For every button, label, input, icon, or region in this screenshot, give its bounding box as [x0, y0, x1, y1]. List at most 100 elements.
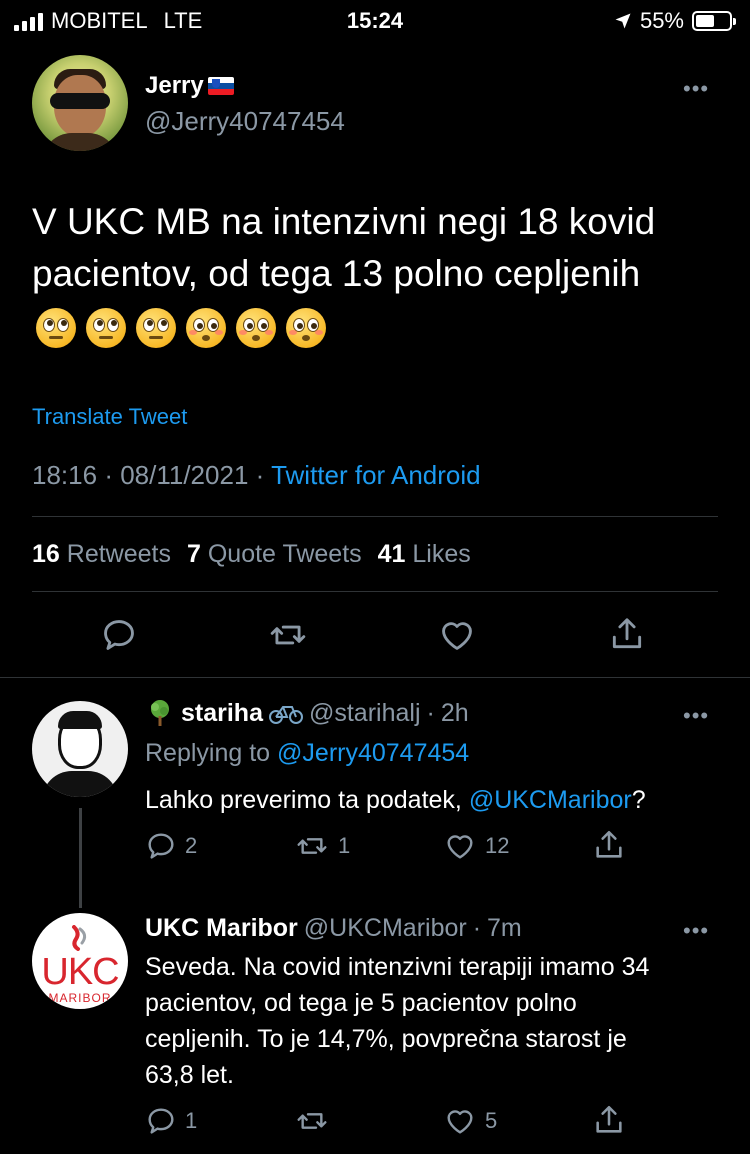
- emoji-row: [36, 308, 326, 348]
- reply-retweet-count: 1: [338, 833, 351, 858]
- reply-reply-count: 2: [185, 833, 198, 858]
- rolling-eyes-emoji-icon: [136, 308, 176, 348]
- flushed-face-emoji-icon: [286, 308, 326, 348]
- reply-text-line: pacientov, od tega je 5 pacientov polno: [145, 989, 577, 1017]
- reply-like-count: 12: [485, 833, 510, 858]
- translate-tweet-link[interactable]: Translate Tweet: [32, 404, 187, 430]
- reply-author-avatar[interactable]: [32, 701, 128, 797]
- flushed-face-emoji-icon: [236, 308, 276, 348]
- reply-like-button[interactable]: 5: [443, 1105, 497, 1137]
- reply-icon: [104, 620, 134, 650]
- reply-retweet-button[interactable]: [294, 1105, 338, 1137]
- heart-icon: [442, 622, 472, 650]
- author-avatar[interactable]: [32, 55, 128, 151]
- location-arrow-icon: [615, 13, 631, 29]
- reply-reply-button[interactable]: 2: [145, 830, 197, 862]
- share-icon: [612, 618, 642, 649]
- retweets-label: Retweets: [66, 540, 171, 568]
- flushed-face-emoji-icon: [186, 308, 226, 348]
- more-options-icon[interactable]: •••: [683, 76, 709, 102]
- divider: [32, 516, 718, 517]
- avatar-sunglasses: [50, 93, 110, 109]
- avatar-shirt: [42, 133, 118, 151]
- retweets-stat[interactable]: 16 Retweets: [32, 540, 171, 569]
- quote-tweets-count: 7: [186, 540, 201, 568]
- reply-mention-link[interactable]: @UKCMaribor: [469, 786, 632, 814]
- author-name[interactable]: Jerry: [145, 72, 204, 100]
- tweet-action-bar: [0, 600, 750, 670]
- likes-count: 41: [377, 540, 406, 568]
- reply-like-button[interactable]: 12: [443, 830, 509, 862]
- author-handle[interactable]: @Jerry40747454: [145, 106, 345, 137]
- bicycle-emoji-icon: [268, 706, 303, 724]
- reply-icon: [148, 1108, 174, 1134]
- reply-header: UKC Maribor @UKCMaribor · 7m: [145, 914, 522, 943]
- ukc-logo-subtext: MARIBOR: [48, 991, 112, 1005]
- reply-age: 7m: [487, 914, 522, 942]
- battery-icon: [692, 11, 736, 31]
- reply-share-button[interactable]: [592, 828, 626, 862]
- reply-text-suffix: ?: [631, 786, 646, 814]
- replying-to-handle[interactable]: @Jerry40747454: [277, 739, 469, 767]
- likes-stat[interactable]: 41 Likes: [378, 540, 471, 569]
- reply-text: Lahko preverimo ta podatek, @UKCMaribor?: [145, 782, 725, 818]
- meta-separator: ·: [104, 460, 121, 490]
- tweet-source-link[interactable]: Twitter for Android: [271, 460, 481, 490]
- retweet-button[interactable]: [268, 616, 308, 654]
- reply-age: 2h: [440, 698, 469, 727]
- ukc-maribor-avatar[interactable]: UKC MARIBOR: [32, 913, 128, 1009]
- share-icon: [596, 830, 622, 858]
- ukc-logo-mark-icon: [72, 925, 87, 951]
- reply-reply-count: 1: [185, 1108, 198, 1133]
- retweet-icon: [297, 1113, 327, 1129]
- reply-author-name[interactable]: stariha: [181, 699, 263, 728]
- heart-icon: [447, 1110, 473, 1134]
- divider: [32, 591, 718, 592]
- like-button[interactable]: [438, 616, 476, 654]
- replying-to-line: Replying to @Jerry40747454: [145, 739, 469, 768]
- avatar-body: [42, 771, 118, 797]
- replying-to-prefix: Replying to: [145, 739, 271, 767]
- retweets-count: 16: [32, 540, 60, 568]
- reply-author-handle[interactable]: @UKCMaribor: [304, 914, 467, 943]
- battery-percent: 55%: [639, 8, 684, 33]
- quote-tweets-stat[interactable]: 7 Quote Tweets: [187, 540, 362, 569]
- reply-text-body: Lahko preverimo ta podatek,: [145, 786, 462, 814]
- reply-author-name[interactable]: UKC Maribor: [145, 914, 298, 943]
- reply-button[interactable]: [100, 616, 138, 654]
- reply-text-line: 63,8 let.: [145, 1061, 234, 1089]
- reply-author-handle[interactable]: @starihalj: [309, 699, 421, 728]
- status-bar: MOBITEL LTE 15:24 55%: [0, 0, 750, 44]
- rolling-eyes-emoji-icon: [86, 308, 126, 348]
- battery-fill: [696, 15, 714, 27]
- reply-reply-button[interactable]: 1: [145, 1105, 197, 1137]
- tweet-time: 18:16: [32, 460, 98, 490]
- rolling-eyes-emoji-icon: [36, 308, 76, 348]
- reply-separator: ·: [426, 698, 435, 727]
- tweet-meta: 18:16 · 08/11/2021 · Twitter for Android: [32, 460, 481, 491]
- divider: [0, 677, 750, 678]
- slovenia-flag-icon: [207, 77, 234, 95]
- reply-text-line: Seveda. Na covid intenzivni terapiji ima…: [145, 953, 650, 981]
- quote-tweets-label: Quote Tweets: [207, 540, 362, 568]
- reply-share-button[interactable]: [592, 1103, 626, 1137]
- reply-retweet-button[interactable]: 1: [294, 830, 350, 862]
- reply-more-options-icon[interactable]: •••: [683, 703, 709, 729]
- avatar-hair: [58, 711, 102, 729]
- tweet-stats: 16 Retweets 7 Quote Tweets 41 Likes: [32, 540, 471, 569]
- reply-text: Seveda. Na covid intenzivni terapiji ima…: [145, 949, 725, 1093]
- heart-icon: [447, 835, 473, 859]
- share-icon: [596, 1105, 622, 1133]
- status-right: 55%: [614, 8, 736, 34]
- meta-separator: ·: [255, 460, 272, 490]
- author-name-row[interactable]: Jerry: [145, 72, 234, 100]
- thread-connector-line: [79, 808, 82, 908]
- reply-text-line: cepljenih. To je 14,7%, povprečna staros…: [145, 1025, 627, 1053]
- tree-emoji-icon: [151, 700, 169, 726]
- reply-more-options-icon[interactable]: •••: [683, 918, 709, 944]
- retweet-icon: [297, 838, 327, 854]
- reply-separator: ·: [472, 914, 482, 942]
- share-button[interactable]: [608, 614, 646, 654]
- likes-label: Likes: [412, 540, 471, 568]
- tweet-date: 08/11/2021: [120, 460, 249, 490]
